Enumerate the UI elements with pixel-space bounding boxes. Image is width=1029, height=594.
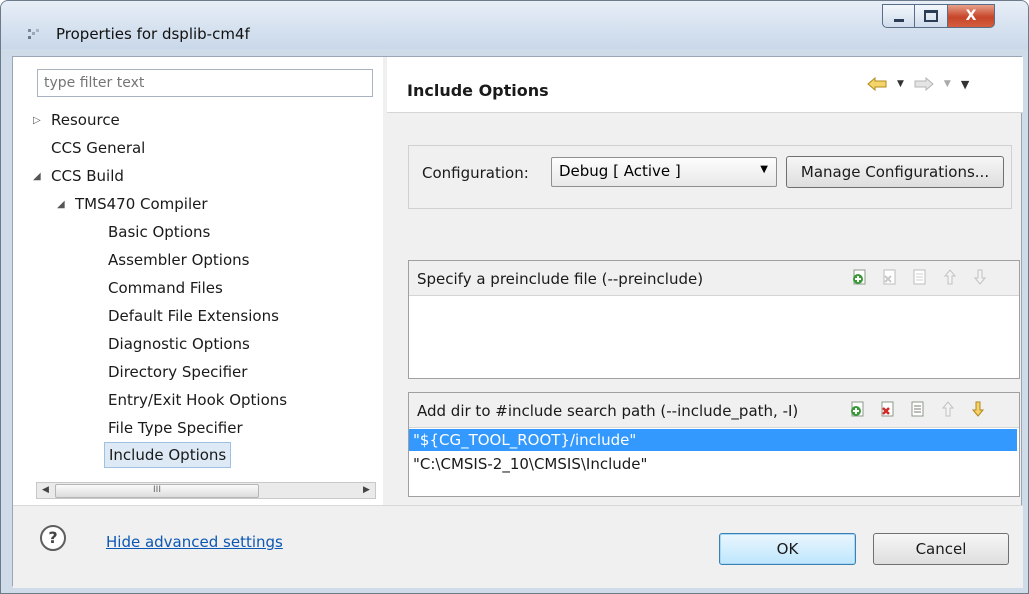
dialog-footer: ? Hide advanced settings OK Cancel — [13, 505, 1023, 588]
back-dropdown-icon[interactable]: ▼ — [897, 79, 904, 89]
move-up-icon[interactable] — [939, 400, 957, 418]
add-item-icon[interactable] — [851, 268, 869, 286]
include-path-item[interactable]: "${CG_TOOL_ROOT}/include" — [409, 429, 1017, 451]
horizontal-scrollbar[interactable]: ◀ III ▶ — [36, 482, 376, 499]
preinclude-list: Specify a preinclude file (--preinclude) — [408, 260, 1020, 379]
back-arrow-icon[interactable] — [867, 77, 887, 91]
expanded-arrow-icon[interactable]: ◢ — [33, 171, 41, 182]
move-down-icon[interactable] — [969, 400, 987, 418]
delete-item-icon[interactable] — [879, 400, 897, 418]
scroll-right-icon[interactable]: ▶ — [358, 483, 375, 498]
tree-item[interactable]: Resource — [51, 107, 120, 133]
pane-splitter[interactable] — [383, 57, 387, 505]
include-path-item[interactable]: "C:\CMSIS-2_10\CMSIS\Include" — [409, 453, 1017, 475]
close-button[interactable]: X — [948, 4, 995, 28]
maximize-icon — [915, 5, 947, 27]
chevron-down-icon: ▼ — [760, 164, 768, 175]
scroll-grip: III — [153, 485, 161, 495]
preinclude-title: Specify a preinclude file (--preinclude) — [417, 270, 704, 288]
window-controls: X — [882, 4, 995, 30]
close-icon: X — [965, 8, 977, 24]
scroll-thumb[interactable]: III — [55, 484, 259, 498]
tree-item[interactable]: File Type Specifier — [108, 415, 243, 441]
edit-item-icon[interactable] — [911, 268, 929, 286]
include-path-toolbar — [849, 400, 987, 418]
navigation-pane: ▷ ResourceCCS General ◢ CCS Build ◢ TMS470 Co… — [13, 57, 383, 505]
tree-item[interactable]: CCS Build — [51, 163, 124, 189]
manage-configurations-button[interactable]: Manage Configurations... — [786, 156, 1004, 188]
title-bar[interactable]: Properties for dsplib-cm4f X — [1, 1, 1028, 49]
tree-item[interactable]: TMS470 Compiler — [75, 191, 208, 217]
configuration-select[interactable]: Debug [ Active ] ▼ — [551, 157, 777, 187]
tree-item[interactable]: Diagnostic Options — [108, 331, 250, 357]
tree-item[interactable]: Assembler Options — [108, 247, 249, 273]
window-title: Properties for dsplib-cm4f — [56, 25, 250, 43]
tree-item[interactable]: CCS General — [51, 135, 145, 161]
include-path-list: Add dir to #include search path (--inclu… — [408, 392, 1020, 497]
help-icon[interactable]: ? — [40, 525, 66, 551]
filter-input[interactable] — [37, 69, 373, 97]
configuration-label: Configuration: — [422, 164, 529, 182]
tree-item[interactable]: Include Options — [104, 442, 232, 468]
move-up-icon[interactable] — [941, 268, 959, 286]
move-down-icon[interactable] — [971, 268, 989, 286]
history-navigation: ▼ ▼ ▼ — [867, 77, 969, 91]
properties-window: Properties for dsplib-cm4f X ▷ResourceCC… — [0, 0, 1029, 594]
add-item-icon[interactable] — [849, 400, 867, 418]
tree-item[interactable]: Basic Options — [108, 219, 210, 245]
minimize-icon — [883, 5, 914, 27]
expanded-arrow-icon[interactable]: ◢ — [57, 199, 65, 210]
collapsed-arrow-icon[interactable]: ▷ — [33, 115, 41, 126]
tree-item[interactable]: Command Files — [108, 275, 223, 301]
forward-arrow-icon[interactable] — [914, 77, 934, 91]
view-menu-icon[interactable]: ▼ — [961, 78, 969, 91]
minimize-button[interactable] — [882, 4, 915, 28]
ok-button[interactable]: OK — [719, 533, 856, 565]
include-path-header: Add dir to #include search path (--inclu… — [409, 393, 1019, 428]
scroll-left-icon[interactable]: ◀ — [37, 483, 54, 498]
maximize-button[interactable] — [915, 4, 948, 28]
page-header: Include Options ▼ ▼ ▼ — [387, 57, 1023, 113]
hide-advanced-settings-link[interactable]: Hide advanced settings — [106, 533, 283, 551]
dialog-client-area: ▷ ResourceCCS General ◢ CCS Build ◢ TMS470 Co… — [12, 56, 1023, 588]
tree-item[interactable]: Default File Extensions — [108, 303, 279, 329]
cancel-button[interactable]: Cancel — [873, 533, 1009, 565]
forward-dropdown-icon[interactable]: ▼ — [944, 79, 951, 89]
include-path-title: Add dir to #include search path (--inclu… — [417, 402, 799, 420]
preinclude-header: Specify a preinclude file (--preinclude) — [409, 261, 1019, 296]
page-title: Include Options — [407, 81, 549, 100]
tree-item[interactable]: Directory Specifier — [108, 359, 247, 385]
delete-item-icon[interactable] — [881, 268, 899, 286]
configuration-value: Debug [ Active ] — [559, 162, 681, 180]
tree-item[interactable]: Entry/Exit Hook Options — [108, 387, 287, 413]
properties-icon — [28, 29, 39, 39]
preinclude-toolbar — [851, 268, 989, 286]
edit-item-icon[interactable] — [909, 400, 927, 418]
